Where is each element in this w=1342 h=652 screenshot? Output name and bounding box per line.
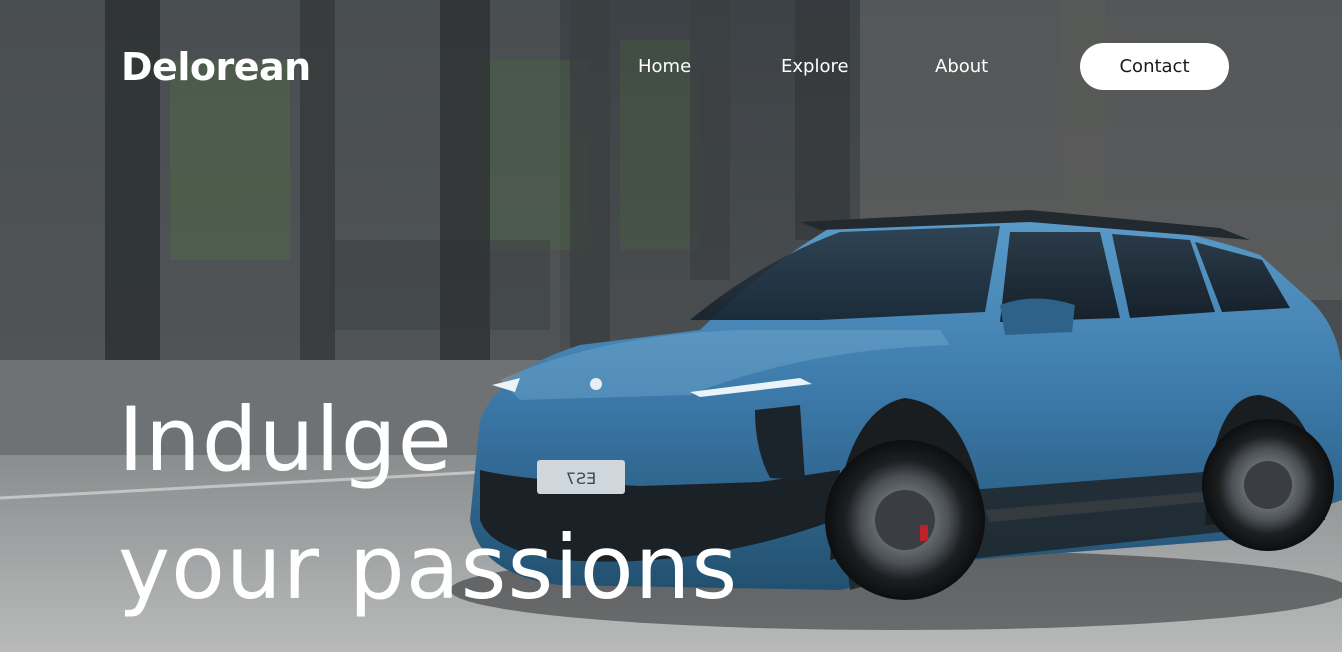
brand-logo[interactable]: Delorean: [121, 44, 311, 90]
nav-home-link[interactable]: Home: [638, 43, 691, 90]
hero-headline: Indulge your passions: [118, 376, 738, 632]
headline-line-1: Indulge: [118, 388, 453, 491]
headline-line-2: your passions: [118, 516, 739, 619]
main-nav: Home Explore About Contact: [600, 43, 1240, 90]
nav-about-link[interactable]: About: [935, 43, 988, 90]
nav-explore-link[interactable]: Explore: [781, 43, 849, 90]
contact-button[interactable]: Contact: [1080, 43, 1229, 90]
hero-section: ES7 Delorean Home Explore About Contact …: [0, 0, 1342, 652]
